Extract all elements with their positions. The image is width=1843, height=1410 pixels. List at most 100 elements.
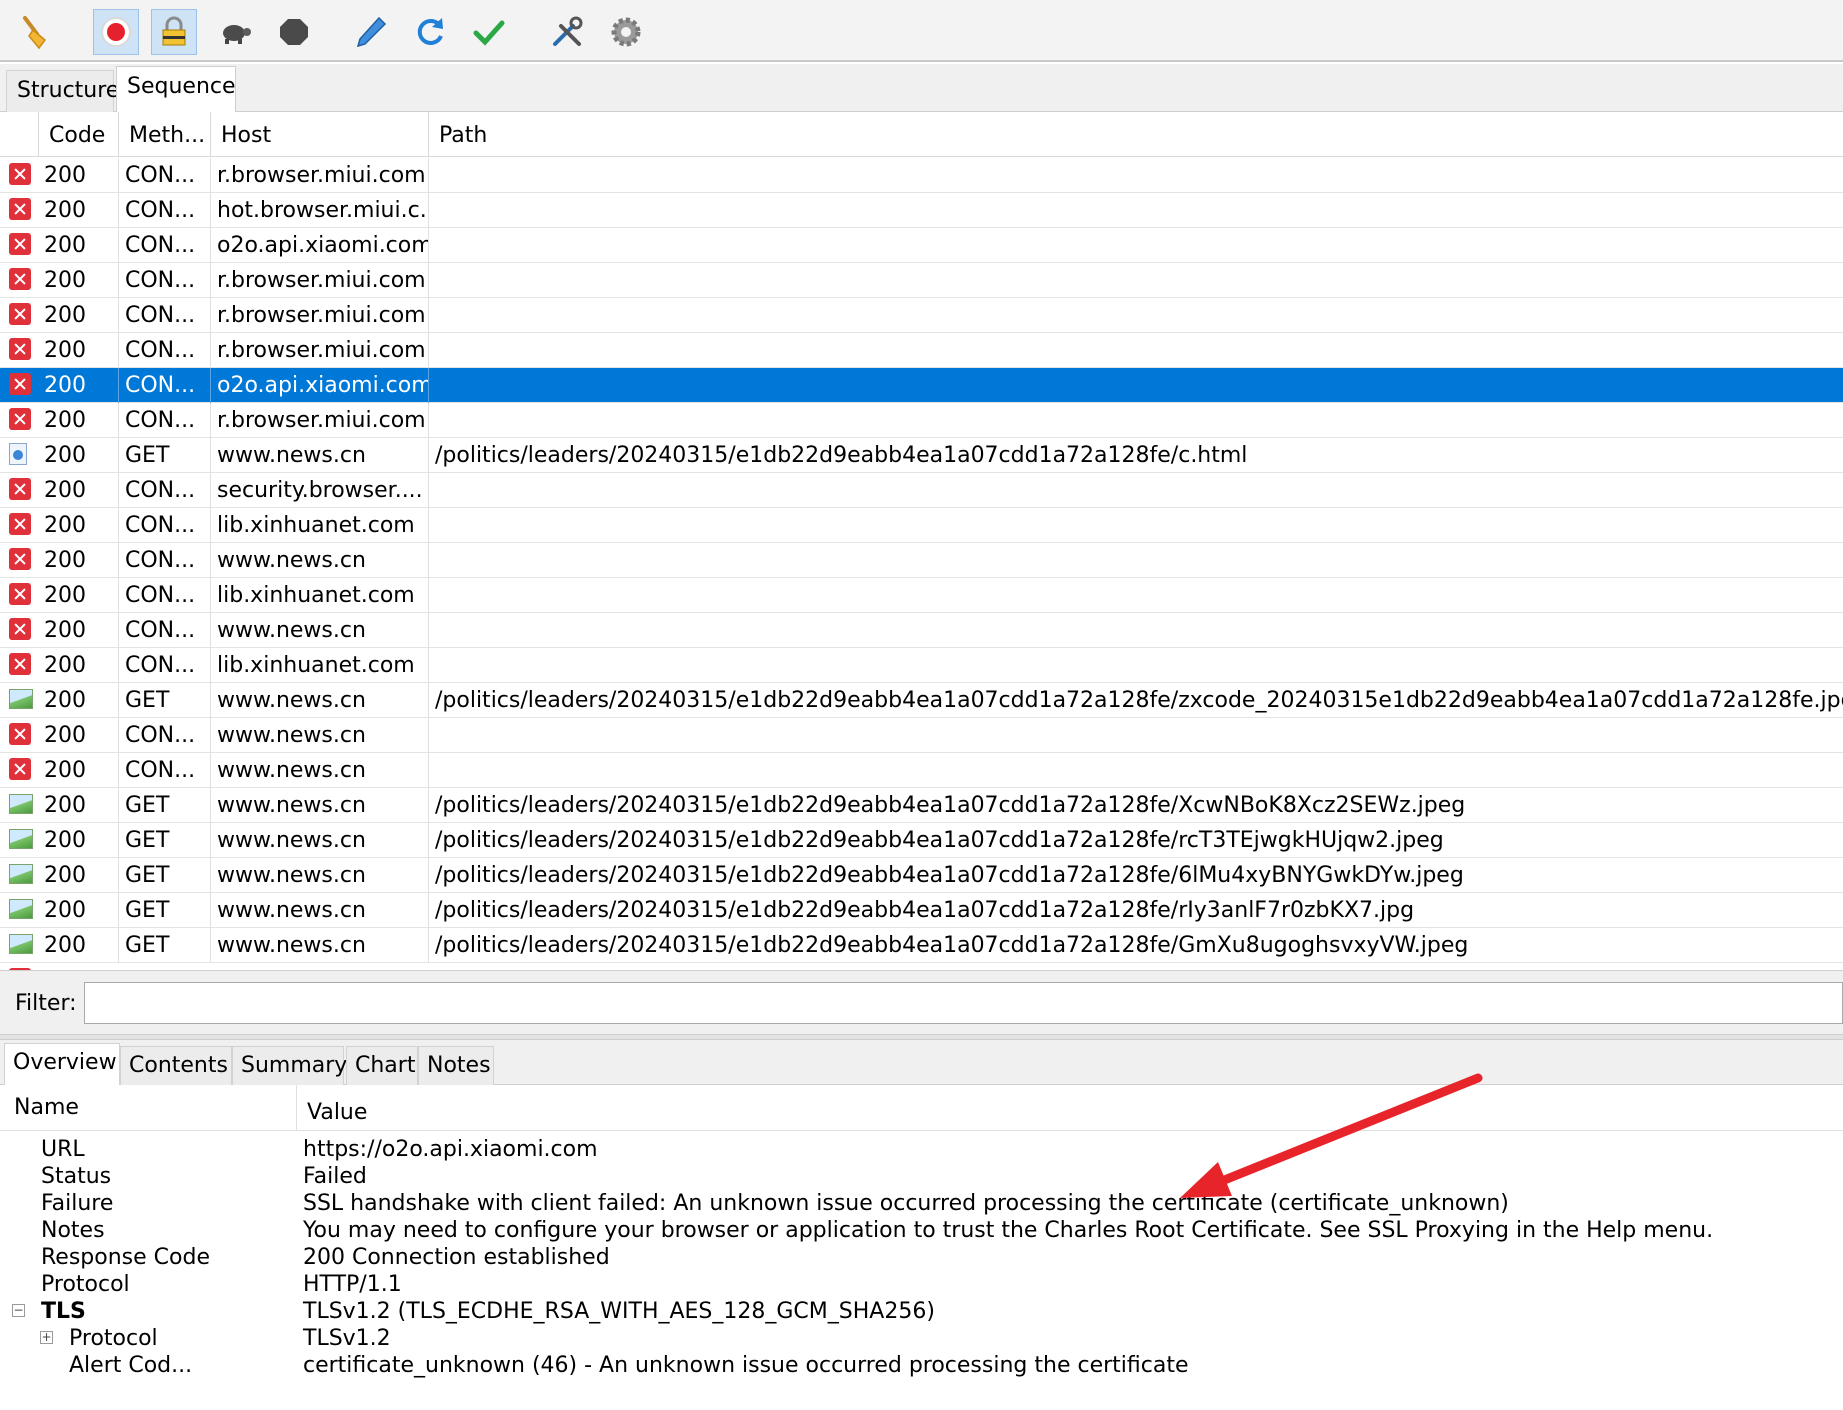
error-icon: [9, 618, 31, 640]
table-row[interactable]: 200 GET www.news.cn/politics/leaders/20240…: [0, 928, 1843, 963]
cell-code: 200: [44, 268, 86, 293]
tools-button[interactable]: [544, 9, 590, 55]
row-status-cell: [0, 718, 38, 753]
throttling-button[interactable]: [212, 9, 258, 55]
row-status-cell: [0, 263, 38, 298]
row-status-cell: [0, 578, 38, 613]
row-status-cell: [0, 928, 38, 963]
cell-host: lib.xinhuanet.com: [210, 648, 428, 683]
cell-method: CON...: [118, 473, 210, 508]
table-row[interactable]: 200 CON... r.browser.miui.com: [0, 298, 1843, 333]
row-status-cell: [0, 193, 38, 228]
row-status-cell: [0, 158, 38, 193]
table-row[interactable]: 200 CON... o2o.api.xiaomi.com: [0, 368, 1843, 403]
filter-label: Filter:: [15, 991, 77, 1016]
cell-path: [428, 473, 1843, 508]
cell-method: CON...: [118, 543, 210, 578]
repeat-button[interactable]: [407, 9, 453, 55]
table-row[interactable]: 200 CON... www.news.cn: [0, 613, 1843, 648]
table-row[interactable]: 200 GET www.news.cn/politics/leaders/20240…: [0, 858, 1843, 893]
tree-collapse-icon[interactable]: −: [12, 1304, 25, 1317]
validate-button[interactable]: [466, 9, 512, 55]
image-file-icon: [9, 864, 33, 884]
column-method[interactable]: Meth...: [118, 112, 210, 157]
tab-overview[interactable]: Overview: [4, 1043, 120, 1086]
broom-icon: [23, 16, 47, 50]
cell-host: r.browser.miui.com: [210, 298, 428, 333]
tab-chart[interactable]: Chart: [346, 1046, 418, 1086]
table-row[interactable]: 200 CON... security.browser....: [0, 473, 1843, 508]
tab-structure[interactable]: Structure: [6, 70, 119, 112]
compose-button[interactable]: [348, 9, 394, 55]
cell-code: 200: [44, 828, 86, 853]
cell-host: www.news.cn: [210, 718, 428, 753]
table-row[interactable]: 200 GET www.news.cn/politics/leaders/20240…: [0, 683, 1843, 718]
table-row-partial[interactable]: [0, 963, 1843, 970]
cell-method: CON...: [118, 263, 210, 298]
row-status-cell: [0, 298, 38, 333]
overview-name: Alert Cod...: [69, 1353, 193, 1378]
record-icon: [101, 17, 131, 47]
cell-method: GET: [118, 438, 210, 473]
cell-host: www.news.cn: [210, 928, 428, 963]
table-row[interactable]: 200 CON... r.browser.miui.com: [0, 158, 1843, 193]
error-icon: [9, 723, 31, 745]
column-code[interactable]: Code: [38, 112, 118, 157]
table-row[interactable]: 200 CON... lib.xinhuanet.com: [0, 648, 1843, 683]
table-row[interactable]: 200 CON... www.news.cn: [0, 543, 1843, 578]
tab-notes[interactable]: Notes: [418, 1046, 494, 1086]
cell-host: www.news.cn: [210, 858, 428, 893]
table-row[interactable]: 200 CON... www.news.cn: [0, 753, 1843, 788]
row-status-cell: [0, 333, 38, 368]
table-row[interactable]: 200 CON... r.browser.miui.com: [0, 333, 1843, 368]
error-icon: [9, 513, 31, 535]
error-icon: [9, 338, 31, 360]
cell-code: 200: [44, 898, 86, 923]
cell-host: www.news.cn: [210, 438, 428, 473]
column-host[interactable]: Host: [210, 112, 428, 157]
cell-method: GET: [118, 788, 210, 823]
breakpoints-button[interactable]: [271, 9, 317, 55]
clear-session-button[interactable]: [14, 9, 60, 55]
tab-sequence[interactable]: Sequence: [116, 66, 236, 113]
cell-path: [428, 718, 1843, 753]
filter-input[interactable]: [84, 982, 1843, 1024]
table-row[interactable]: 200 CON... o2o.api.xiaomi.com: [0, 228, 1843, 263]
cell-path: [428, 508, 1843, 543]
table-row[interactable]: 200 CON... r.browser.miui.com: [0, 263, 1843, 298]
table-row[interactable]: 200 GET www.news.cn/politics/leaders/20240…: [0, 438, 1843, 473]
cell-path: [428, 263, 1843, 298]
error-icon: [9, 198, 31, 220]
error-icon: [9, 478, 31, 500]
table-row[interactable]: 200 CON... hot.browser.miui.c...: [0, 193, 1843, 228]
refresh-icon: [417, 18, 443, 45]
tools-icon: [553, 16, 583, 46]
cell-path: [428, 228, 1843, 263]
table-row[interactable]: 200 GET www.news.cn/politics/leaders/20240…: [0, 788, 1843, 823]
table-row[interactable]: 200 CON... r.browser.miui.com: [0, 403, 1843, 438]
row-status-cell: [0, 368, 38, 403]
table-row[interactable]: 200 CON... lib.xinhuanet.com: [0, 578, 1843, 613]
tab-contents[interactable]: Contents: [120, 1046, 232, 1086]
column-path[interactable]: Path: [428, 112, 1843, 157]
cell-path: /politics/leaders/20240315/e1db22d9eabb4…: [428, 823, 1843, 858]
cell-method: CON...: [118, 508, 210, 543]
error-icon: [9, 163, 31, 185]
cell-code: 200: [44, 303, 86, 328]
table-row[interactable]: 200 GET www.news.cn/politics/leaders/20240…: [0, 893, 1843, 928]
record-button[interactable]: [93, 9, 139, 55]
tab-summary[interactable]: Summary: [232, 1046, 347, 1086]
cell-host: lib.xinhuanet.com: [210, 578, 428, 613]
error-icon: [9, 233, 31, 255]
settings-button[interactable]: [603, 9, 649, 55]
cell-code: 200: [44, 548, 86, 573]
table-row[interactable]: 200 GET www.news.cn/politics/leaders/20240…: [0, 823, 1843, 858]
table-row[interactable]: 200 CON... lib.xinhuanet.com: [0, 508, 1843, 543]
table-header: Code Meth... Host Path: [0, 112, 1843, 157]
overview-row[interactable]: Alert Cod... certificate_unknown (46) - A…: [0, 1350, 1843, 1381]
cell-method: CON...: [118, 333, 210, 368]
table-row[interactable]: 200 CON... www.news.cn: [0, 718, 1843, 753]
tree-expand-icon[interactable]: +: [40, 1331, 53, 1344]
cell-code: 200: [44, 583, 86, 608]
ssl-proxying-button[interactable]: [151, 9, 197, 55]
